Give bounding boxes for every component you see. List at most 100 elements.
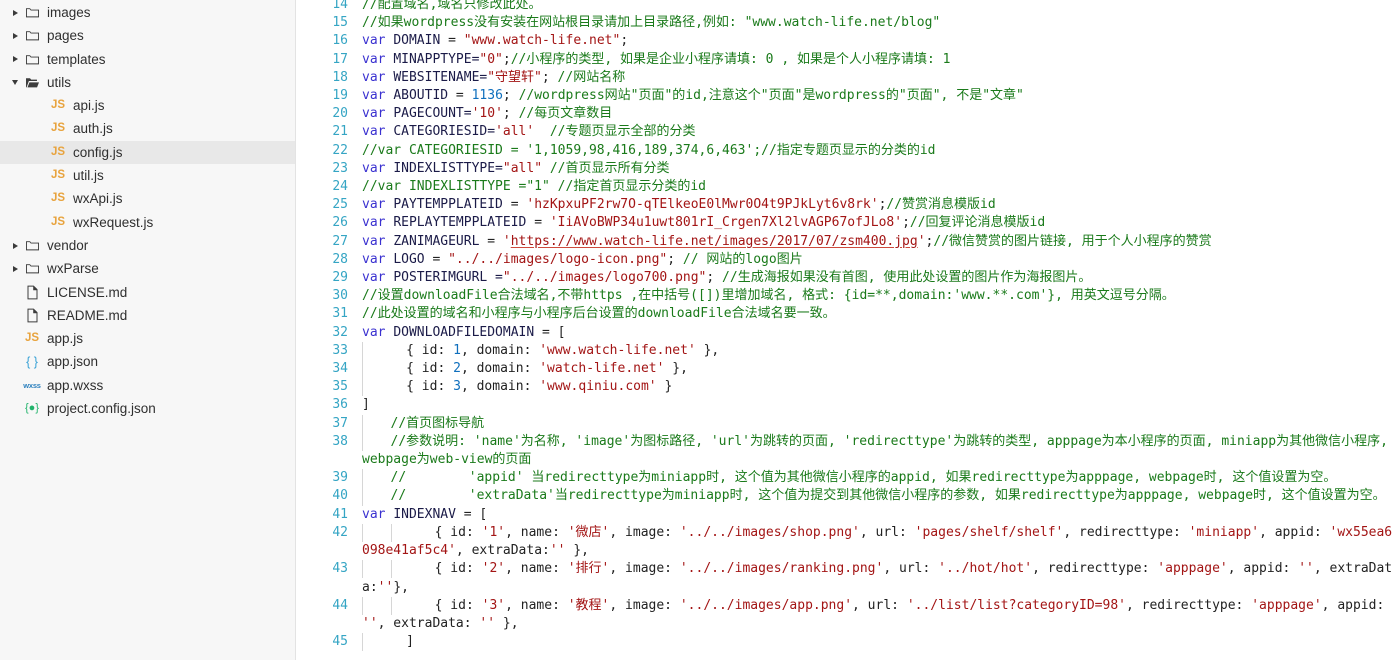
code-line[interactable]: //参数说明: 'name'为名称, 'image'为图标路径, 'url'为跳… [362, 432, 1398, 469]
code-token-c: //参数说明: 'name'为名称, 'image'为图标路径, 'url'为跳… [362, 433, 1396, 468]
code-token-p: ; [502, 51, 511, 67]
file-tree-item-label: vendor [47, 237, 89, 253]
code-line[interactable]: var POSTERIMGURL ="../../images/logo700.… [362, 269, 1398, 287]
chevron-right-icon[interactable] [12, 9, 18, 16]
code-token-c: // 'appid' 当redirecttype为miniapp时, 这个值为其… [390, 470, 1337, 486]
code-line[interactable]: var ABOUTID = 1136; //wordpress网站"页面"的id… [362, 87, 1398, 105]
code-line[interactable]: { id: 1, domain: 'www.watch-life.net' }, [362, 341, 1398, 361]
code-line[interactable]: var PAYTEMPPLATEID = 'hzKpxuPF2rw7O-qTEl… [362, 196, 1398, 214]
code-line[interactable]: { id: 2, domain: 'watch-life.net' }, [362, 360, 1398, 379]
code-token-p: { id: [390, 361, 454, 377]
code-token-p: { id: [419, 597, 482, 613]
code-line[interactable]: //设置downloadFile合法域名,不带https ,在中括号([])里增… [362, 287, 1398, 305]
code-token-p: ; [667, 251, 683, 267]
code-line[interactable]: //var CATEGORIESID = '1,1059,98,416,189,… [362, 142, 1398, 160]
chevron-right-icon[interactable] [12, 265, 18, 272]
code-token-s: "www.watch-life.net" [463, 33, 621, 49]
file-tree-item-auth-js[interactable]: JS auth.js [0, 117, 295, 140]
code-line[interactable]: var LOGO = "../../images/logo-icon.png";… [362, 251, 1398, 269]
disclosure-twisty[interactable] [8, 32, 22, 39]
code-token-id: PAGECOUNT= [393, 106, 472, 122]
file-tree-item-project-config-json[interactable]: {●} project.config.json [0, 397, 295, 420]
code-content-area[interactable]: //配置域名,域名只修改此处。 //如果wordpress没有安装在网站根目录请加… [358, 0, 1400, 660]
file-tree-item-LICENSE-md[interactable]: LICENSE.md [0, 281, 295, 304]
code-token-p: } [656, 379, 673, 395]
code-line[interactable]: //此处设置的域名和小程序与小程序后台设置的downloadFile合法域名要一… [362, 305, 1398, 323]
code-token-p: ; [502, 106, 519, 122]
line-number: 29 [332, 270, 348, 286]
code-line[interactable]: //如果wordpress没有安装在网站根目录请加上目录路径,例如: "www.… [362, 14, 1398, 32]
file-tree-item-vendor[interactable]: vendor [0, 234, 295, 257]
code-line[interactable]: var WEBSITENAME="守望轩"; //网站名称 [362, 69, 1398, 87]
code-line[interactable]: //var INDEXLISTTYPE ="1" //指定首页显示分类的id [362, 178, 1398, 196]
code-line[interactable]: { id: 3, domain: 'www.qiniu.com' } [362, 378, 1398, 397]
line-number: 37 [332, 415, 348, 431]
markdown-file-icon [22, 308, 42, 323]
code-line[interactable]: var DOWNLOADFILEDOMAIN = [ [362, 324, 1398, 342]
code-line[interactable]: ] [362, 396, 1398, 414]
disclosure-twisty[interactable] [8, 9, 22, 16]
code-token-p: , url: [859, 524, 915, 540]
file-tree-item-wxApi-js[interactable]: JS wxApi.js [0, 187, 295, 210]
file-tree-item-wxRequest-js[interactable]: JS wxRequest.js [0, 211, 295, 234]
code-line[interactable]: { id: '2', name: '排行', image: '../../ima… [362, 560, 1398, 596]
file-tree-item-app-wxss[interactable]: wxss app.wxss [0, 374, 295, 397]
chevron-right-icon[interactable] [12, 32, 18, 39]
code-line[interactable]: var INDEXLISTTYPE="all" //首页显示所有分类 [362, 160, 1398, 178]
disclosure-twisty[interactable] [8, 265, 22, 272]
code-editor-pane[interactable]: 1314151617181920212223242526272829303132… [296, 0, 1400, 660]
code-token-k: var [362, 233, 386, 249]
file-tree-item-README-md[interactable]: README.md [0, 304, 295, 327]
disclosure-twisty[interactable] [8, 242, 22, 249]
file-tree-item-config-js[interactable]: JS config.js [0, 140, 295, 165]
file-tree-item-label: wxRequest.js [73, 214, 154, 230]
disclosure-twisty[interactable] [8, 80, 22, 86]
code-line[interactable]: var INDEXNAV = [ [362, 506, 1398, 524]
indent-guide [362, 414, 391, 433]
line-number: 34 [332, 361, 348, 377]
file-tree-item-templates[interactable]: templates [0, 48, 295, 71]
line-number: 26 [332, 215, 348, 231]
file-tree-item-api-js[interactable]: JS api.js [0, 94, 295, 117]
code-token-p [542, 161, 550, 176]
code-token-k: var [362, 506, 386, 522]
code-line[interactable]: //首页图标导航 [362, 414, 1398, 433]
file-tree-item-utils[interactable]: utils [0, 71, 295, 94]
code-token-p: , appid: [1259, 524, 1330, 540]
file-tree-item-wxParse[interactable]: wxParse [0, 257, 295, 280]
code-token-p: ; [502, 88, 519, 104]
code-line[interactable]: { id: '1', name: '微店', image: '../../ima… [362, 523, 1398, 560]
line-number: 36 [332, 397, 348, 413]
code-token-s: '10' [471, 106, 503, 122]
code-line[interactable]: { id: '3', name: '教程', image: '../../ima… [362, 596, 1398, 633]
line-number: 44 [332, 597, 348, 613]
code-line[interactable]: var REPLAYTEMPPLATEID = 'IiAVoBWP34u1uwt… [362, 214, 1398, 232]
file-tree-item-label: wxParse [47, 261, 99, 277]
code-line[interactable]: // 'appid' 当redirecttype为miniapp时, 这个值为其… [362, 469, 1398, 488]
code-line[interactable]: var MINAPPTYPE="0";//小程序的类型, 如果是企业小程序请填:… [362, 51, 1398, 69]
file-tree-item-label: util.js [73, 168, 104, 184]
file-tree-item-images[interactable]: images [0, 1, 295, 24]
file-tree-item-label: README.md [47, 307, 128, 323]
file-explorer-sidebar[interactable]: images pages templates utils JS api.js JS auth.… [0, 0, 296, 660]
file-tree-item-pages[interactable]: pages [0, 24, 295, 47]
code-line[interactable]: ] [362, 633, 1398, 652]
code-line[interactable]: var DOMAIN = "www.watch-life.net"; [362, 32, 1398, 50]
file-tree-item-app-js[interactable]: JS app.js [0, 327, 295, 350]
file-tree-item-app-json[interactable]: { } app.json [0, 350, 295, 373]
chevron-right-icon[interactable] [12, 242, 18, 249]
code-token-p: , url: [883, 561, 939, 577]
file-tree-item-util-js[interactable]: JS util.js [0, 164, 295, 187]
file-tree-item-label: pages [47, 28, 84, 44]
code-token-id: DOMAIN [393, 33, 441, 49]
code-line[interactable]: var PAGECOUNT='10'; //每页文章数目 [362, 105, 1398, 123]
chevron-right-icon[interactable] [12, 56, 18, 63]
code-line[interactable]: var CATEGORIESID='all' //专题页显示全部的分类 [362, 123, 1398, 141]
chevron-down-icon[interactable] [12, 80, 18, 86]
code-line[interactable]: var ZANIMAGEURL = 'https://www.watch-lif… [362, 233, 1398, 251]
js-file-icon: JS [50, 192, 66, 205]
disclosure-twisty[interactable] [8, 56, 22, 63]
code-line[interactable]: // 'extraData'当redirecttype为miniapp时, 这个… [362, 487, 1398, 506]
indent-guide [362, 341, 391, 361]
code-line[interactable]: //配置域名,域名只修改此处。 [362, 0, 1398, 14]
